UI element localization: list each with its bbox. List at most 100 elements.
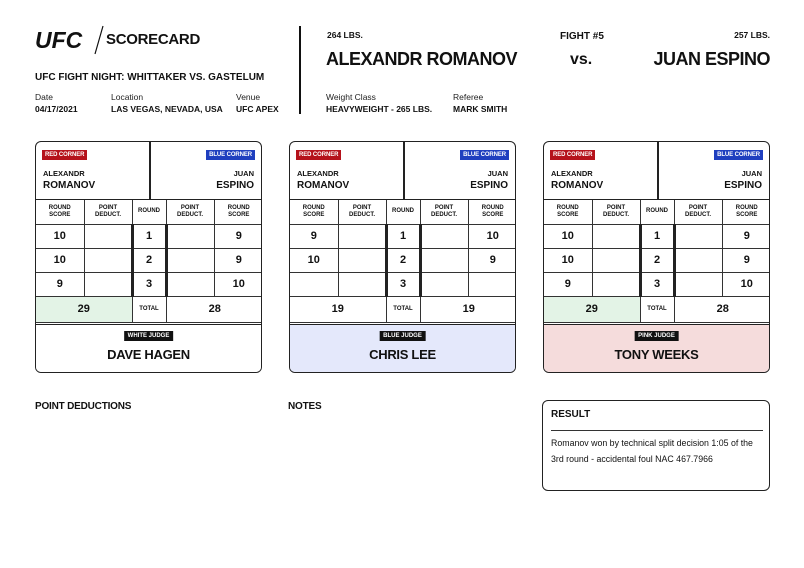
blue-total-score: 28 [673,296,769,323]
total-label: TOTAL [385,296,421,323]
red-point-deduct-header: POINT DEDUCT. [591,200,641,225]
result-box: RESULT Romanov won by technical split de… [542,400,770,491]
total-row: 19 TOTAL 19 [290,296,515,323]
blue-round-score: 10 [213,271,261,297]
red-total-score: 29 [544,296,641,323]
red-point-deduct-header: POINT DEDUCT. [337,200,387,225]
red-round-score-header: ROUND SCORE [36,200,85,225]
blue-round-score: 9 [213,247,261,273]
red-round-score [290,271,339,297]
round-row: 10 2 9 [544,247,769,273]
blue-round-score: 9 [721,247,769,273]
round-number: 2 [638,247,676,273]
round-number: 2 [384,247,422,273]
total-label: TOTAL [639,296,675,323]
red-point-deduction [83,247,133,273]
referee-value: MARK SMITH [453,104,508,114]
red-fighter-first-name: ALEXANDR [43,169,85,178]
judge-badge: PINK JUDGE [634,331,679,341]
red-point-deduction [337,247,387,273]
round-row: 3 [290,271,515,297]
judge-info: BLUE JUDGE CHRIS LEE [290,324,515,372]
corner-divider [657,142,659,200]
date-label: Date [35,92,53,102]
score-grid: ROUND SCORE POINT DEDUCT. ROUND POINT DEDUC… [290,200,515,323]
red-fighter-name: ALEXANDR ROMANOV [326,49,518,69]
red-point-deduction [591,271,641,297]
venue-value: UFC APEX [236,104,279,114]
blue-point-deduction [673,224,723,249]
judge-scorecard-3: RED CORNER ALEXANDR ROMANOV BLUE CORNER … [543,141,770,373]
versus-label: vs. [570,51,593,68]
weight-class-label: Weight Class [326,92,376,102]
blue-fighter-first-name: JUAN [487,169,508,178]
blue-round-score-header: ROUND SCORE [721,200,769,225]
blue-round-score: 10 [467,224,515,249]
round-number: 3 [130,271,168,297]
red-point-deduction [591,247,641,273]
round-row: 10 2 9 [36,247,261,273]
red-total-score: 29 [36,296,133,323]
red-point-deduction [337,271,387,297]
red-round-score: 9 [544,271,593,297]
fight-number: FIGHT #5 [560,31,604,42]
red-round-score: 9 [290,224,339,249]
location-label: Location [111,92,144,102]
corner-header: RED CORNER ALEXANDR ROMANOV BLUE CORNER … [544,142,769,200]
blue-round-score-header: ROUND SCORE [467,200,515,225]
logo-divider-slash [94,25,104,55]
referee-label: Referee [453,92,484,102]
score-header-row: ROUND SCORE POINT DEDUCT. ROUND POINT DEDUC… [544,200,769,225]
round-row: 9 1 10 [290,224,515,249]
round-row: 9 3 10 [544,271,769,297]
round-number: 1 [130,224,168,249]
round-row: 10 2 9 [290,247,515,273]
corner-divider [403,142,405,200]
red-point-deduction [83,224,133,249]
ufc-logo-text: UFC [35,28,83,52]
round-number: 3 [384,271,422,297]
blue-total-score: 19 [419,296,515,323]
blue-round-score: 9 [213,224,261,249]
venue-label: Venue [236,92,261,102]
blue-fighter-last-name: ESPINO [470,180,508,191]
corner-header: RED CORNER ALEXANDR ROMANOV BLUE CORNER … [36,142,261,200]
blue-corner-badge: BLUE CORNER [460,150,509,160]
round-row: 10 1 9 [544,224,769,249]
round-number: 1 [384,224,422,249]
notes-heading: NOTES [288,401,322,412]
red-round-score-header: ROUND SCORE [544,200,593,225]
blue-fighter-name: JUAN ESPINO [653,49,770,69]
result-heading: RESULT [551,409,591,420]
red-point-deduct-header: POINT DEDUCT. [83,200,133,225]
red-round-score: 9 [36,271,85,297]
round-number: 2 [130,247,168,273]
judge-name: DAVE HAGEN [107,347,190,362]
blue-corner-badge: BLUE CORNER [714,150,763,160]
blue-point-deduction [165,271,215,297]
blue-point-deduction [673,247,723,273]
round-number: 1 [638,224,676,249]
header-divider [299,26,301,114]
corner-header: RED CORNER ALEXANDR ROMANOV BLUE CORNER … [290,142,515,200]
red-fighter-weight: 264 LBS. [327,30,363,40]
date-value: 04/17/2021 [35,104,78,114]
red-round-score: 10 [544,247,593,273]
red-fighter-last-name: ROMANOV [43,180,96,191]
blue-round-score: 10 [721,271,769,297]
result-text: Romanov won by technical split decision … [551,438,753,464]
blue-corner-badge: BLUE CORNER [206,150,255,160]
blue-point-deduction [419,224,469,249]
point-deductions-heading: POINT DEDUCTIONS [35,401,132,412]
round-number: 3 [638,271,676,297]
judge-badge: WHITE JUDGE [123,331,174,341]
score-header-row: ROUND SCORE POINT DEDUCT. ROUND POINT DEDUC… [36,200,261,225]
red-point-deduction [83,271,133,297]
blue-total-score: 28 [165,296,261,323]
round-row: 10 1 9 [36,224,261,249]
location-value: LAS VEGAS, NEVADA, USA [111,104,223,114]
blue-point-deduction [165,224,215,249]
red-fighter-first-name: ALEXANDR [297,169,339,178]
red-total-score: 19 [290,296,387,323]
corner-divider [149,142,151,200]
